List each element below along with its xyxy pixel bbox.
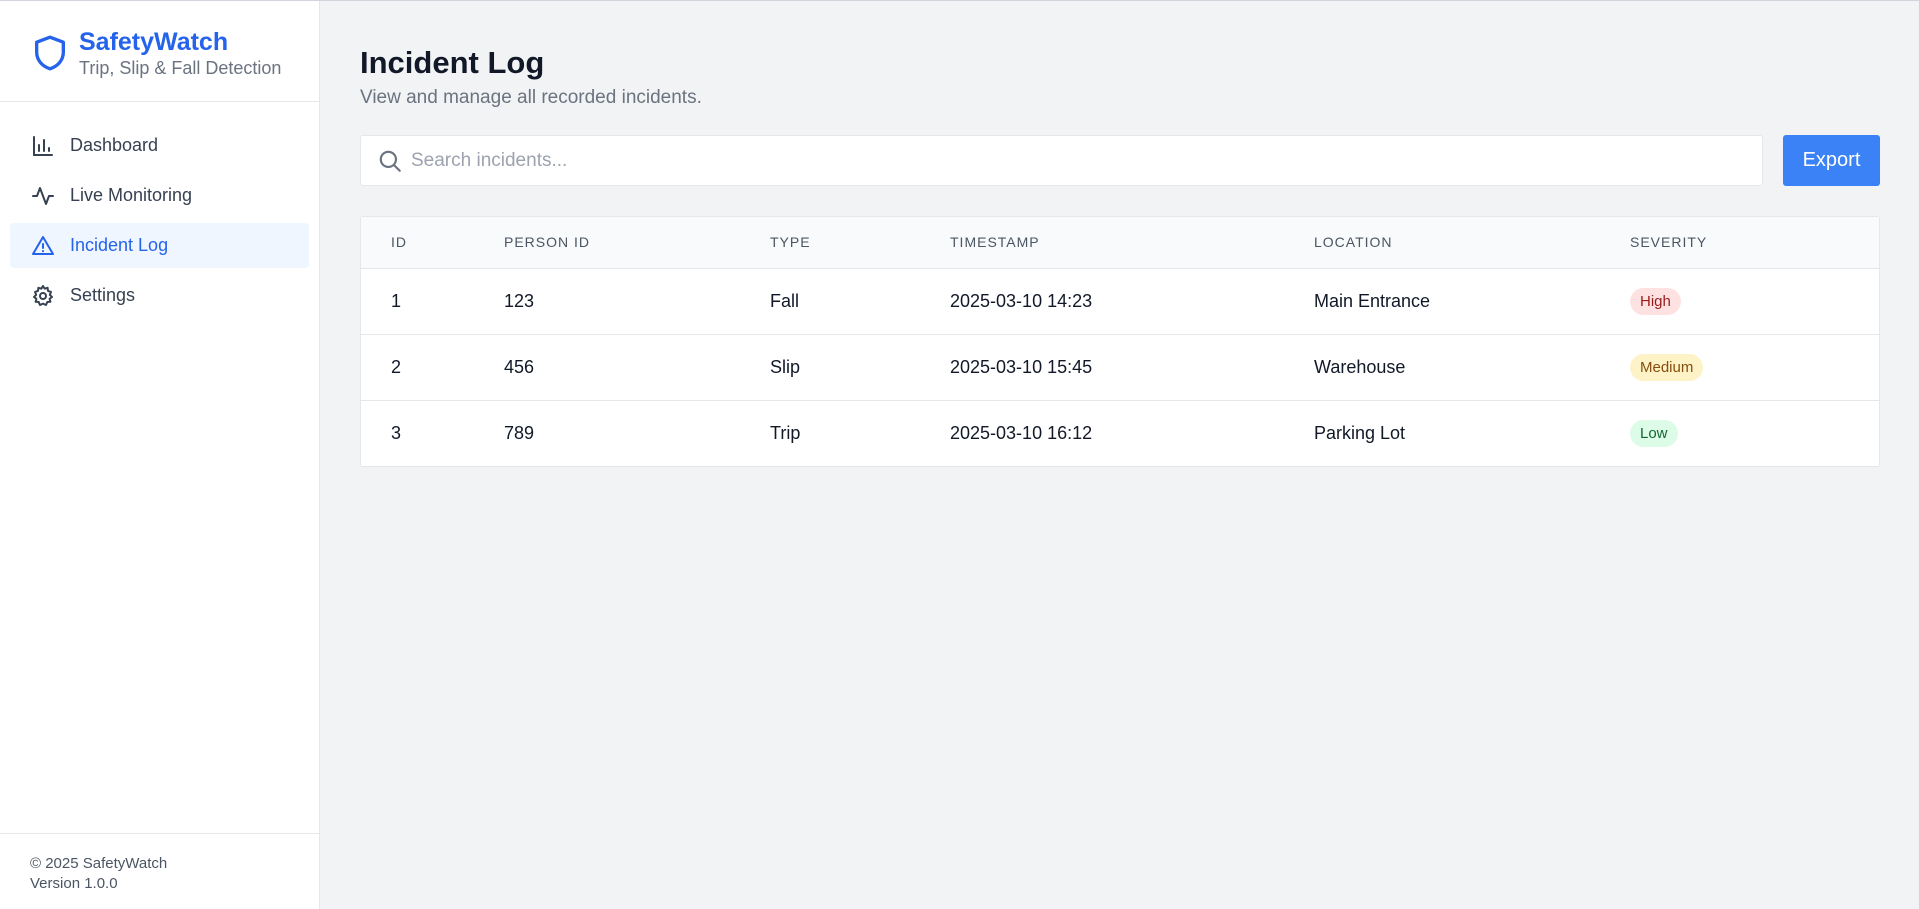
main-content: Incident Log View and manage all recorde… xyxy=(360,1,1880,467)
alert-triangle-icon xyxy=(30,233,56,259)
incident-table: ID PERSON ID TYPE TIMESTAMP LOCATION SEV… xyxy=(360,216,1880,467)
column-header-person-id[interactable]: PERSON ID xyxy=(504,217,770,269)
gear-icon xyxy=(30,283,56,309)
column-header-id[interactable]: ID xyxy=(361,217,504,269)
sidebar-item-label: Live Monitoring xyxy=(70,185,193,205)
severity-badge: High xyxy=(1630,287,1681,315)
export-button[interactable]: Export xyxy=(1783,135,1880,186)
cell-person-id: 123 xyxy=(504,268,770,335)
table-header-row: ID PERSON ID TYPE TIMESTAMP LOCATION SEV… xyxy=(361,217,1879,269)
cell-timestamp: 2025-03-10 15:45 xyxy=(950,334,1314,401)
cell-location: Parking Lot xyxy=(1314,422,1406,443)
cell-location: Warehouse xyxy=(1314,334,1630,401)
sidebar-footer: © 2025 SafetyWatch Version 1.0.0 xyxy=(0,833,319,909)
app-tagline: Trip, Slip & Fall Detection xyxy=(79,58,282,78)
app-name: SafetyWatch xyxy=(79,28,229,56)
sidebar-item-dashboard[interactable]: Dashboard xyxy=(10,123,309,168)
bar-chart-icon xyxy=(30,133,56,159)
toolbar: Export xyxy=(360,135,1880,186)
sidebar-item-label: Incident Log xyxy=(70,235,169,255)
cell-person-id: 456 xyxy=(504,334,770,401)
cell-id: 3 xyxy=(391,422,402,443)
copyright-text: © 2025 SafetyWatch xyxy=(30,855,168,872)
column-header-type[interactable]: TYPE xyxy=(770,217,950,269)
cell-type: Slip xyxy=(770,334,950,401)
search-icon xyxy=(379,150,401,172)
cell-person-id: 789 xyxy=(504,422,535,443)
column-header-severity[interactable]: SEVERITY xyxy=(1630,217,1879,269)
severity-badge: Medium xyxy=(1630,353,1704,381)
shield-icon xyxy=(35,35,65,71)
sidebar-item-incident-log[interactable]: Incident Log xyxy=(10,223,309,268)
brand: SafetyWatch Trip, Slip & Fall Detection xyxy=(0,1,319,102)
cell-severity: Low xyxy=(1630,400,1879,466)
table-row[interactable]: 1 123 Fall 2025-03-10 14:23 Main Entranc… xyxy=(361,268,1879,335)
cell-severity: Medium xyxy=(1630,334,1879,401)
sidebar-item-label: Dashboard xyxy=(70,135,159,155)
cell-type: Trip xyxy=(770,422,801,443)
sidebar-item-label: Settings xyxy=(70,285,136,305)
cell-type: Fall xyxy=(770,268,950,335)
table-row[interactable]: 2 456 Slip 2025-03-10 15:45 Warehouse Me… xyxy=(361,334,1879,401)
page-subtitle: View and manage all recorded incidents. xyxy=(360,87,702,108)
activity-icon xyxy=(30,183,56,209)
cell-timestamp: 2025-03-10 16:12 xyxy=(950,422,1093,443)
sidebar-nav: Dashboard Live Monitoring Incident Log S… xyxy=(0,102,319,318)
page-title: Incident Log xyxy=(360,45,545,80)
cell-timestamp: 2025-03-10 14:23 xyxy=(950,268,1314,335)
table-row[interactable]: 3 789 Trip 2025-03-10 16:12 Parking Lot … xyxy=(361,400,1879,466)
column-header-location[interactable]: LOCATION xyxy=(1314,217,1630,269)
search-box xyxy=(360,135,1763,186)
sidebar-item-live-monitoring[interactable]: Live Monitoring xyxy=(10,173,309,218)
cell-severity: High xyxy=(1630,268,1879,335)
column-header-timestamp[interactable]: TIMESTAMP xyxy=(950,217,1314,269)
severity-badge: Low xyxy=(1630,419,1678,447)
sidebar: SafetyWatch Trip, Slip & Fall Detection … xyxy=(0,1,320,909)
sidebar-item-settings[interactable]: Settings xyxy=(10,273,309,318)
search-input[interactable] xyxy=(411,149,1711,172)
cell-id: 1 xyxy=(361,268,504,335)
cell-id: 2 xyxy=(361,334,504,401)
cell-location: Main Entrance xyxy=(1314,268,1630,335)
version-text: Version 1.0.0 xyxy=(30,875,118,892)
